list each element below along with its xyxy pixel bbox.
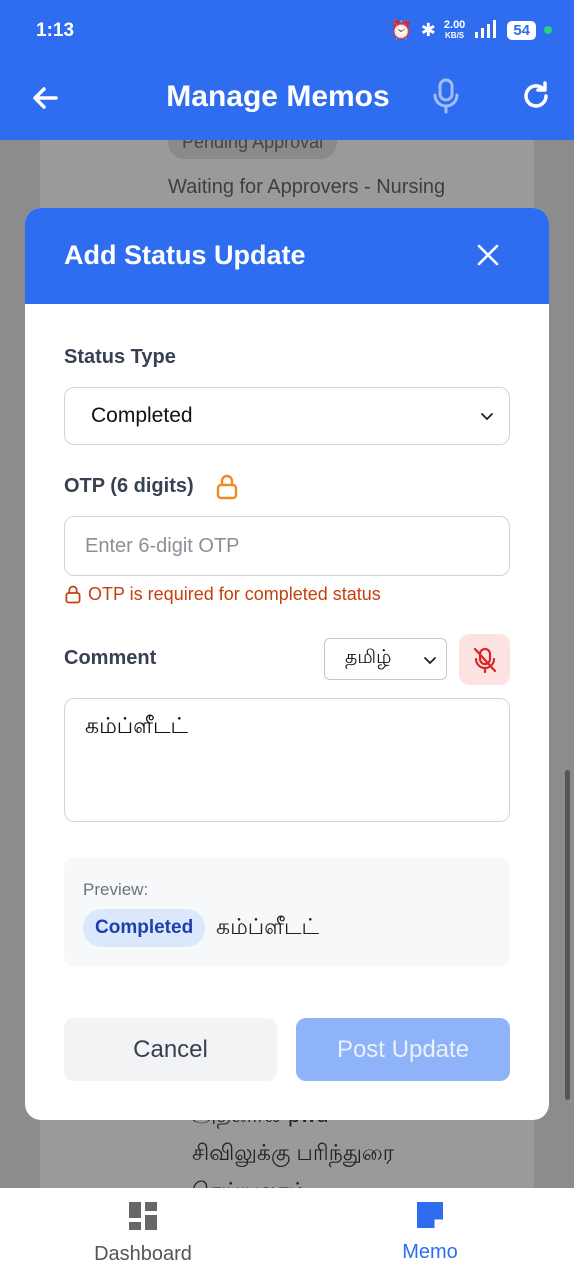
- memo-icon: [417, 1202, 443, 1228]
- nav-item-memo[interactable]: Memo: [340, 1200, 520, 1264]
- comment-textarea[interactable]: கம்ப்ளீடட்: [64, 698, 510, 822]
- privacy-dot-icon: [544, 26, 552, 34]
- lock-icon: [216, 474, 238, 500]
- chevron-down-icon: [481, 413, 493, 421]
- memo-text-line-2: சிவிலுக்கு பரிந்துரை: [192, 1140, 395, 1165]
- preview-status-badge: Completed: [83, 909, 206, 947]
- net-speed-unit: KB/S: [445, 30, 465, 40]
- preview-comment-text: கம்ப்ளீடட்: [216, 914, 320, 939]
- comment-label: Comment: [64, 647, 157, 669]
- pending-badge: Pending Approval: [168, 140, 338, 159]
- nav-label-memo: Memo: [402, 1241, 458, 1263]
- memo-text-line-3: செய்யலாம்: [192, 1178, 307, 1188]
- dashboard-icon: [129, 1202, 157, 1230]
- microphone-icon[interactable]: [430, 76, 462, 116]
- status-icons: ⏰ ✱ 2.00 KB/S 54: [390, 18, 552, 42]
- mic-off-button[interactable]: [459, 634, 510, 685]
- status-type-value: Completed: [91, 404, 193, 427]
- mic-off-icon: [473, 647, 496, 673]
- otp-label: OTP (6 digits): [64, 475, 194, 497]
- alarm-icon: ⏰: [390, 20, 413, 40]
- status-type-select[interactable]: Completed: [64, 387, 510, 445]
- modal-header: Add Status Update: [25, 208, 549, 304]
- approver-status-text: Waiting for Approvers - Nursing: [168, 176, 446, 198]
- battery-indicator: 54: [507, 20, 536, 40]
- signal-icon: [475, 20, 497, 38]
- close-icon[interactable]: [473, 240, 503, 270]
- bottom-nav: Dashboard Memo: [0, 1188, 574, 1280]
- header: Manage Memos: [0, 64, 574, 140]
- status-time: 1:13: [36, 20, 75, 41]
- language-value: தமிழ்: [345, 647, 392, 668]
- nav-label-dashboard: Dashboard: [94, 1243, 192, 1265]
- warning-lock-icon: [65, 585, 81, 604]
- otp-hint-text: OTP is required for completed status: [88, 584, 381, 604]
- net-speed: 2.00 KB/S: [443, 18, 466, 41]
- page-title: Manage Memos: [166, 80, 390, 113]
- status-type-label: Status Type: [64, 346, 176, 368]
- net-speed-value: 2.00: [443, 18, 466, 31]
- refresh-icon[interactable]: [518, 78, 554, 114]
- modal-title: Add Status Update: [64, 240, 306, 270]
- otp-hint: OTP is required for completed status: [64, 584, 381, 605]
- scrollbar[interactable]: [565, 770, 570, 1100]
- preview-box: Preview: Completed கம்ப்ளீடட்: [64, 858, 510, 966]
- bluetooth-icon: ✱: [420, 20, 436, 40]
- chevron-down-icon: [424, 657, 436, 665]
- comment-value: கம்ப்ளீடட்: [85, 713, 189, 738]
- cancel-button[interactable]: Cancel: [64, 1018, 277, 1081]
- status-bar: 1:13 ⏰ ✱ 2.00 KB/S 54: [0, 0, 574, 64]
- language-select[interactable]: தமிழ்: [324, 638, 447, 680]
- preview-label: Preview:: [83, 880, 149, 899]
- app-bar: 1:13 ⏰ ✱ 2.00 KB/S 54 Manage Memos: [0, 0, 574, 140]
- otp-input[interactable]: [64, 516, 510, 576]
- nav-item-dashboard[interactable]: Dashboard: [53, 1200, 233, 1266]
- add-status-modal: Add Status Update Status Type Completed …: [25, 208, 549, 1120]
- post-update-button[interactable]: Post Update: [296, 1018, 510, 1081]
